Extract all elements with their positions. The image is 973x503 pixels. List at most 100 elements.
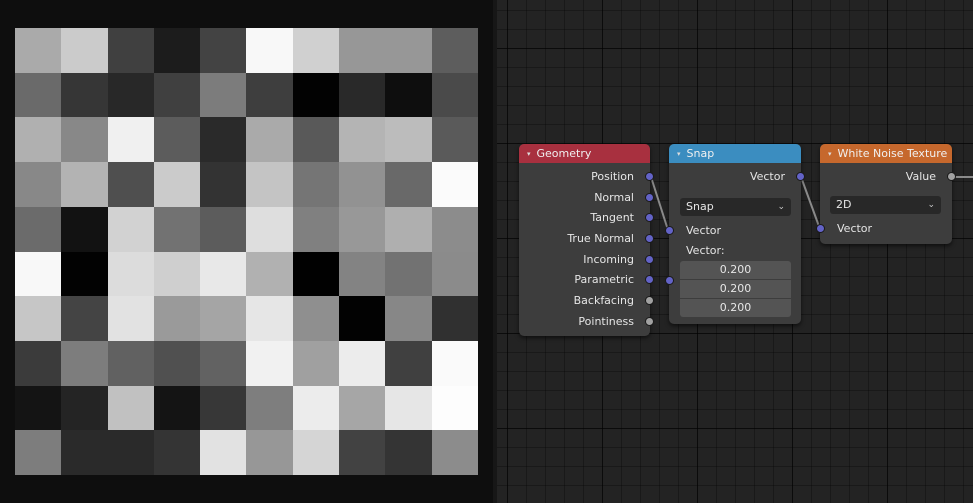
texture-cell: [292, 72, 340, 118]
texture-cell: [292, 385, 340, 431]
texture-cell: [431, 162, 478, 207]
texture-cell: [385, 206, 432, 252]
snap-node-title: Snap: [686, 147, 715, 160]
output-true-normal-label: True Normal: [567, 232, 634, 245]
texture-cell: [431, 296, 478, 341]
collapse-icon[interactable]: ▾: [527, 150, 531, 158]
texture-cell: [431, 206, 478, 252]
output-tangent-label: Tangent: [590, 211, 634, 224]
texture-cell: [246, 28, 293, 73]
texture-cell: [385, 28, 432, 73]
texture-cell: [431, 430, 478, 475]
chevron-down-icon: ⌄: [927, 200, 935, 210]
backfacing-socket[interactable]: [645, 296, 654, 305]
white-noise-texture-node[interactable]: ▾ White Noise Texture Value 2D ⌄ Vector: [816, 144, 956, 244]
texture-cell: [61, 162, 108, 207]
texture-cell: [15, 72, 62, 118]
texture-cell: [339, 117, 386, 163]
texture-cell: [153, 117, 201, 163]
texture-cell: [431, 72, 478, 118]
texture-cell: [15, 340, 62, 386]
snap-node-header[interactable]: ▾ Snap: [669, 144, 801, 163]
increment-x-field[interactable]: 0.200: [680, 261, 791, 279]
texture-cell: [200, 385, 247, 431]
tangent-socket[interactable]: [645, 213, 654, 222]
texture-cell: [153, 430, 201, 475]
operation-dropdown[interactable]: Snap ⌄: [680, 198, 791, 216]
texture-cell: [385, 162, 432, 207]
white-noise-texture-preview: [15, 28, 478, 475]
texture-cell: [107, 340, 154, 386]
texture-cell: [153, 28, 201, 73]
increment-z-field[interactable]: 0.200: [680, 299, 791, 317]
geometry-node[interactable]: ▾ Geometry Position Normal Tangent True …: [519, 144, 654, 336]
texture-cell: [107, 296, 154, 341]
texture-cell: [339, 385, 386, 431]
texture-cell: [107, 72, 154, 118]
texture-cell: [431, 251, 478, 297]
texture-cell: [61, 28, 108, 73]
texture-cell: [107, 251, 154, 297]
pointiness-socket[interactable]: [645, 317, 654, 326]
texture-cell: [246, 296, 293, 341]
texture-cell: [153, 340, 201, 386]
position-socket[interactable]: [645, 172, 654, 181]
texture-cell: [15, 28, 62, 73]
snap-input-vector-label: Vector: [686, 224, 722, 237]
link-snap-to-noise-vector: [800, 176, 821, 230]
white-noise-node-title: White Noise Texture: [837, 147, 948, 160]
increment-socket[interactable]: [665, 276, 674, 285]
texture-cell: [339, 340, 386, 386]
normal-socket[interactable]: [645, 193, 654, 202]
texture-cell: [385, 296, 432, 341]
texture-cell: [246, 117, 293, 163]
true-normal-socket[interactable]: [645, 234, 654, 243]
texture-cell: [107, 430, 154, 475]
white-noise-node-header[interactable]: ▾ White Noise Texture: [820, 144, 952, 163]
texture-cell: [61, 385, 108, 431]
texture-cell: [385, 385, 432, 431]
texture-cell: [153, 296, 201, 341]
output-pointiness-label: Pointiness: [578, 315, 634, 328]
texture-cell: [246, 251, 293, 297]
texture-cell: [339, 72, 386, 118]
noise-value-socket[interactable]: [947, 172, 956, 181]
texture-cell: [292, 162, 340, 207]
texture-cell: [292, 296, 340, 341]
output-normal-label: Normal: [594, 191, 634, 204]
texture-cell: [292, 206, 340, 252]
texture-cell: [385, 251, 432, 297]
collapse-icon[interactable]: ▾: [828, 150, 832, 158]
operation-value: Snap: [686, 200, 714, 213]
texture-cell: [339, 206, 386, 252]
node-editor[interactable]: ▾ Geometry Position Normal Tangent True …: [497, 0, 973, 503]
texture-cell: [200, 117, 247, 163]
geometry-node-header[interactable]: ▾ Geometry: [519, 144, 650, 163]
texture-cell: [153, 251, 201, 297]
parametric-socket[interactable]: [645, 275, 654, 284]
texture-cell: [15, 206, 62, 252]
incoming-socket[interactable]: [645, 255, 654, 264]
texture-cell: [153, 72, 201, 118]
snap-input-vector-socket[interactable]: [665, 226, 674, 235]
texture-cell: [200, 206, 247, 252]
texture-cell: [153, 162, 201, 207]
texture-cell: [200, 28, 247, 73]
increment-y-field[interactable]: 0.200: [680, 280, 791, 298]
image-viewer: [0, 0, 493, 503]
texture-cell: [339, 251, 386, 297]
texture-cell: [292, 340, 340, 386]
texture-cell: [61, 430, 108, 475]
texture-cell: [107, 162, 154, 207]
collapse-icon[interactable]: ▾: [677, 150, 681, 158]
snap-node[interactable]: ▾ Snap Vector Snap ⌄ Vector Vector: 0.20…: [665, 144, 805, 324]
dimensions-dropdown[interactable]: 2D ⌄: [830, 196, 941, 214]
snap-output-socket[interactable]: [796, 172, 805, 181]
texture-cell: [246, 206, 293, 252]
texture-cell: [292, 251, 340, 297]
texture-cell: [339, 296, 386, 341]
noise-input-vector-socket[interactable]: [816, 224, 825, 233]
texture-cell: [431, 28, 478, 73]
texture-cell: [385, 340, 432, 386]
texture-cell: [431, 117, 478, 163]
